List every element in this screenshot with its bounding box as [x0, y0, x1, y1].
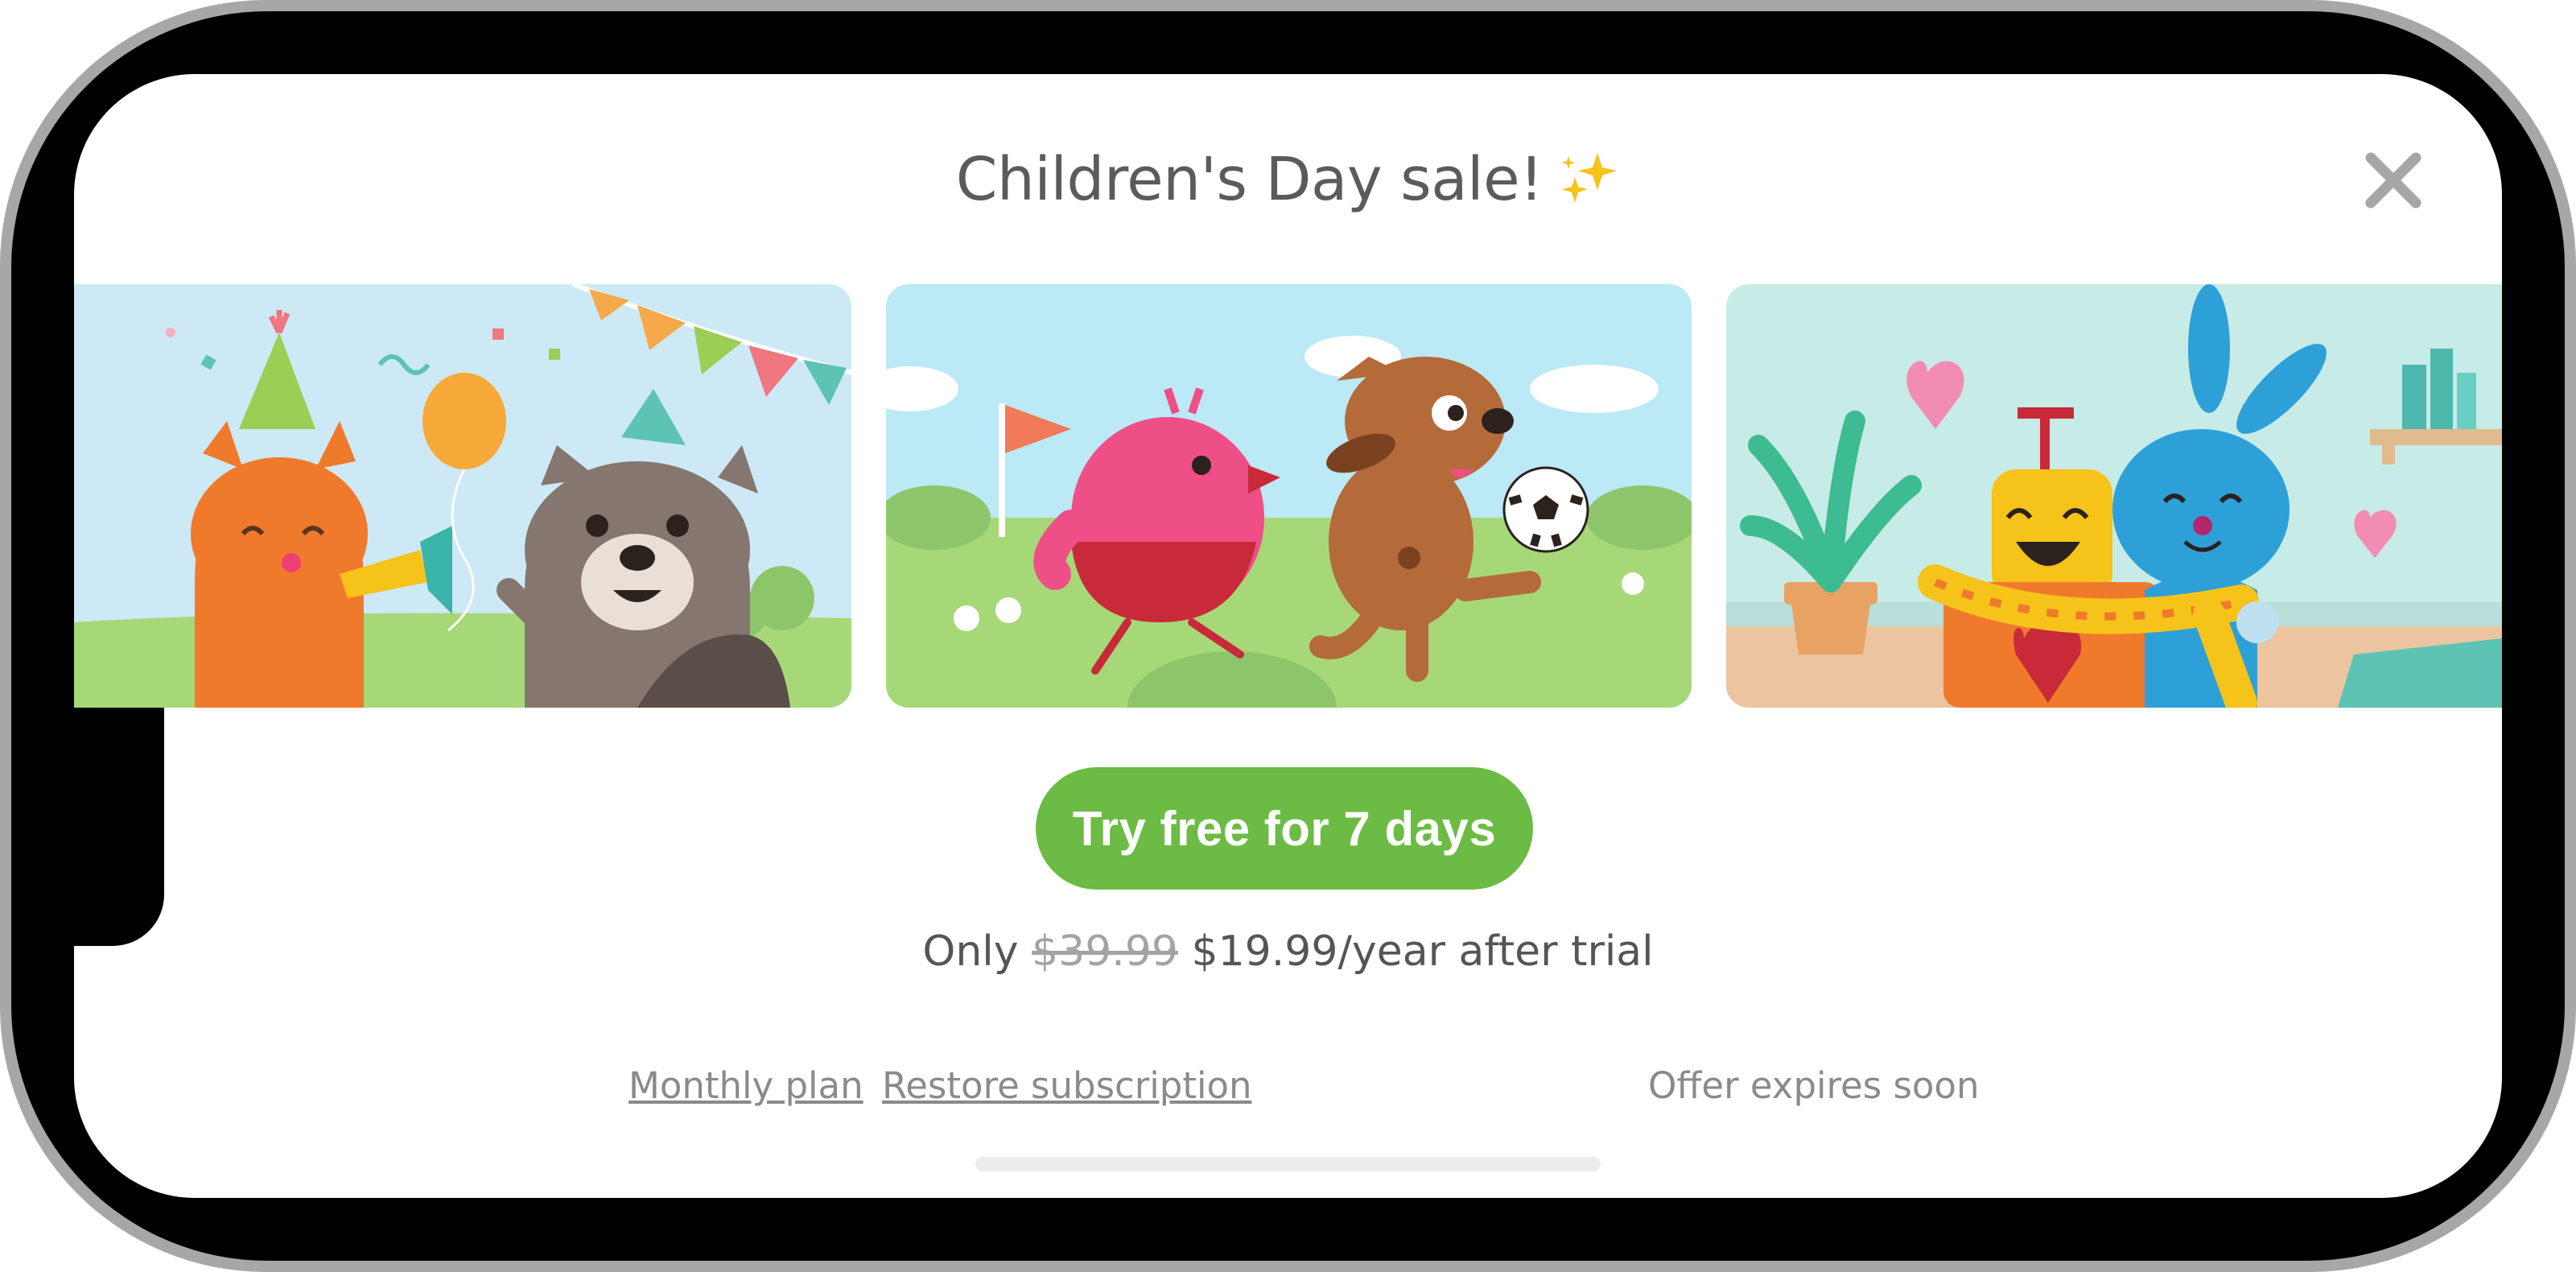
old-price: $39.99: [1032, 927, 1178, 976]
new-price: $19.99/year after trial: [1191, 927, 1654, 976]
offer-expires-text: Offer expires soon: [1648, 1064, 1980, 1107]
carousel-panel-soccer[interactable]: [886, 284, 1692, 708]
pricing-text: Only $39.99 $19.99/year after trial: [0, 927, 2576, 976]
price-prefix: Only: [922, 927, 1019, 976]
close-icon: [2365, 152, 2421, 209]
carousel-panel-party[interactable]: [74, 284, 851, 708]
monthly-plan-link[interactable]: Monthly plan: [629, 1064, 863, 1107]
title-text: Children's Day sale!: [955, 145, 1544, 214]
home-indicator[interactable]: [975, 1157, 1601, 1171]
try-free-button[interactable]: Try free for 7 days: [1036, 767, 1533, 890]
carousel-panel-hug[interactable]: [1726, 284, 2502, 708]
restore-subscription-link[interactable]: Restore subscription: [882, 1064, 1252, 1107]
close-button[interactable]: [2364, 151, 2423, 210]
sparkles-icon: [1559, 150, 1620, 206]
page-title: Children's Day sale!: [0, 145, 2576, 214]
